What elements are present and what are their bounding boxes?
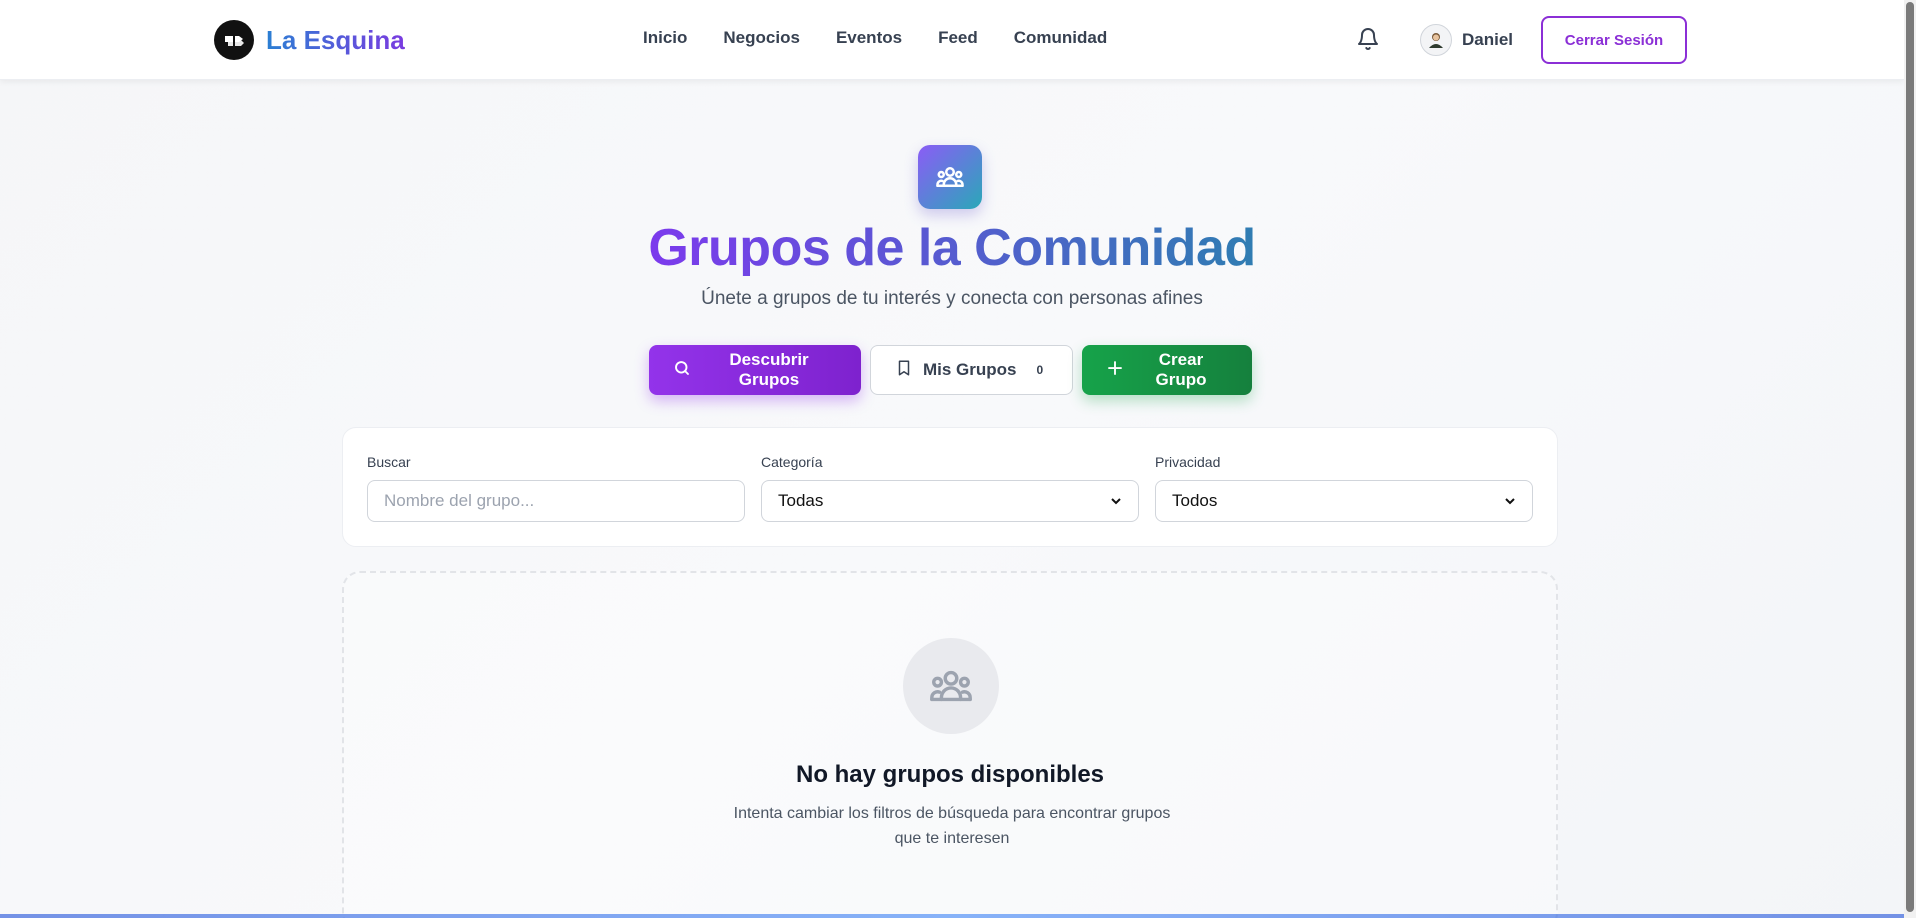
chevron-down-icon bbox=[1111, 498, 1121, 505]
filters-panel: Buscar Categoría Todas Privacidad Todos bbox=[342, 427, 1558, 547]
logout-button[interactable]: Cerrar Sesión bbox=[1541, 16, 1687, 64]
brand[interactable]: La Esquina bbox=[214, 20, 405, 60]
top-navbar: La Esquina Inicio Negocios Eventos Feed … bbox=[0, 0, 1904, 80]
discover-groups-button[interactable]: Descubrir Grupos bbox=[649, 345, 861, 395]
logo-icon bbox=[214, 20, 254, 60]
avatar-icon bbox=[1420, 24, 1452, 56]
search-field: Buscar bbox=[367, 454, 745, 522]
plus-icon bbox=[1106, 359, 1124, 382]
user-menu[interactable]: Daniel bbox=[1420, 24, 1513, 56]
bottom-strip bbox=[0, 914, 1904, 918]
user-name: Daniel bbox=[1462, 30, 1514, 49]
discover-groups-label: Descubrir Grupos bbox=[729, 350, 809, 389]
scrollbar[interactable] bbox=[1904, 0, 1916, 918]
category-field: Categoría Todas bbox=[761, 454, 1139, 522]
group-actions: Descubrir Grupos Mis Grupos 0 Crear Grup… bbox=[649, 345, 1252, 395]
page-title: Grupos de la Comunidad bbox=[648, 219, 1256, 277]
search-input[interactable] bbox=[367, 480, 745, 522]
empty-state: No hay grupos disponibles Intenta cambia… bbox=[342, 571, 1558, 918]
my-groups-count: 0 bbox=[1036, 363, 1044, 377]
nav-negocios[interactable]: Negocios bbox=[723, 28, 800, 48]
main-nav: Inicio Negocios Eventos Feed Comunidad bbox=[643, 28, 1107, 48]
bookmark-icon bbox=[895, 359, 913, 382]
page-subtitle: Únete a grupos de tu interés y conecta c… bbox=[701, 288, 1203, 309]
privacy-field: Privacidad Todos bbox=[1155, 454, 1533, 522]
create-group-button[interactable]: Crear Grupo bbox=[1082, 345, 1252, 395]
category-select[interactable]: Todas bbox=[761, 480, 1139, 522]
category-label: Categoría bbox=[761, 454, 823, 470]
nav-feed[interactable]: Feed bbox=[938, 28, 978, 48]
users-icon bbox=[903, 638, 999, 734]
privacy-label: Privacidad bbox=[1155, 454, 1221, 470]
my-groups-button[interactable]: Mis Grupos 0 bbox=[870, 345, 1073, 395]
my-groups-label: Mis Grupos bbox=[923, 360, 1017, 379]
empty-text: Intenta cambiar los filtros de búsqueda … bbox=[733, 805, 1171, 847]
chevron-down-icon bbox=[1505, 498, 1515, 505]
brand-name: La Esquina bbox=[266, 24, 405, 55]
scrollbar-thumb[interactable] bbox=[1906, 2, 1914, 912]
nav-comunidad[interactable]: Comunidad bbox=[1014, 28, 1108, 48]
search-icon bbox=[673, 359, 691, 382]
bell-icon[interactable] bbox=[1356, 27, 1380, 51]
users-icon bbox=[918, 145, 982, 209]
nav-inicio[interactable]: Inicio bbox=[643, 28, 687, 48]
privacy-value: Todos bbox=[1172, 491, 1218, 510]
create-group-label: Crear Grupo bbox=[1155, 350, 1207, 389]
search-label: Buscar bbox=[367, 454, 411, 470]
nav-eventos[interactable]: Eventos bbox=[836, 28, 902, 48]
privacy-select[interactable]: Todos bbox=[1155, 480, 1533, 522]
empty-title: No hay grupos disponibles bbox=[795, 761, 1105, 788]
category-value: Todas bbox=[778, 491, 824, 510]
